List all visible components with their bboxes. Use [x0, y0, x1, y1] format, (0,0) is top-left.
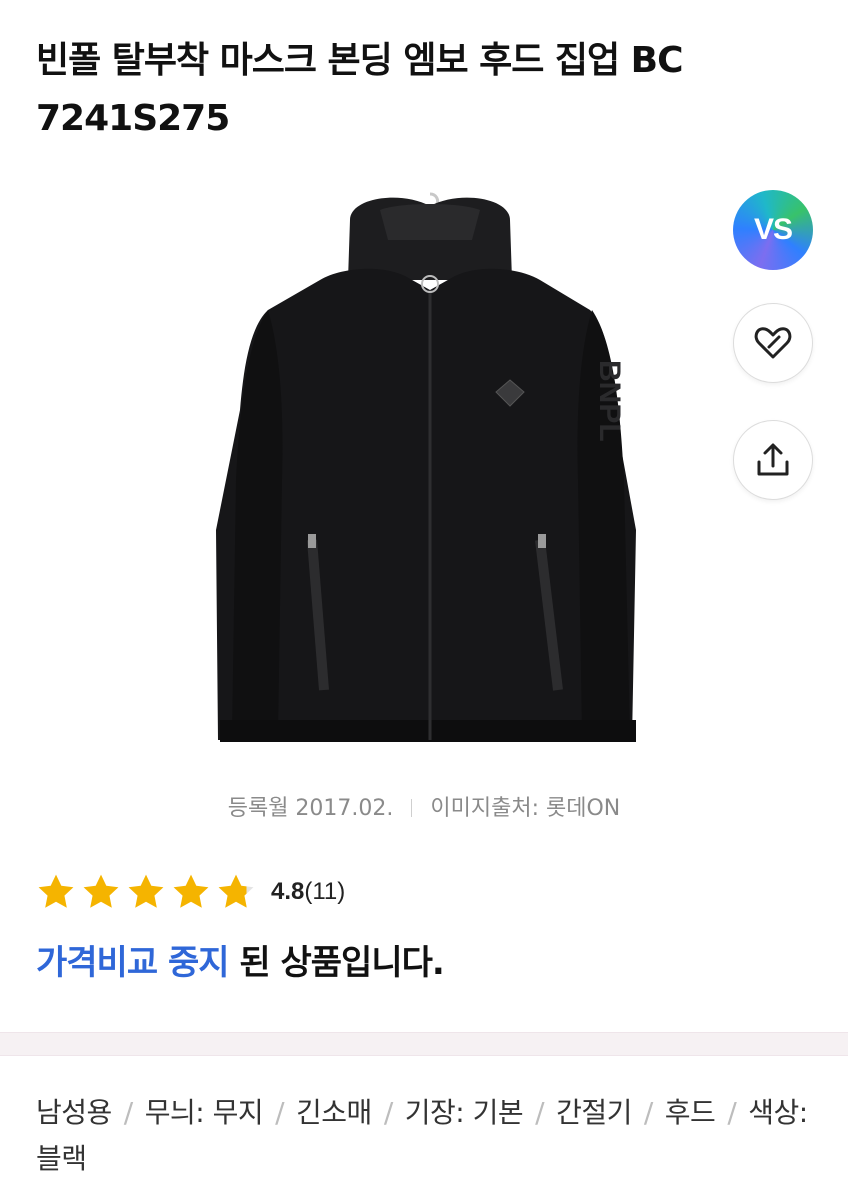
spec-item: 후드	[664, 1096, 716, 1129]
product-title: 빈폴 탈부착 마스크 본딩 엠보 후드 집업 BC 7241S275	[36, 32, 816, 148]
spec-item: 남성용	[36, 1096, 112, 1129]
svg-text:BNPL: BNPL	[593, 360, 626, 442]
spec-separator: /	[123, 1096, 133, 1129]
status-message: 가격비교 중지 된 상품입니다.	[36, 938, 445, 988]
spec-separator: /	[643, 1096, 653, 1129]
registered-date: 등록월 2017.02.	[227, 796, 394, 821]
spec-item: 기장: 기본	[404, 1096, 524, 1129]
spec-separator: /	[275, 1096, 285, 1129]
star-icon	[128, 874, 164, 908]
rating-score: 4.8	[271, 878, 305, 905]
product-meta: 등록월 2017.02. 이미지출처: 롯데ON	[0, 790, 848, 822]
spec-separator: /	[727, 1096, 737, 1129]
share-icon	[757, 443, 789, 476]
spec-separator: /	[383, 1096, 393, 1129]
rating-row[interactable]: 4.8 (11)	[34, 870, 345, 914]
rating-stars	[34, 870, 259, 914]
vs-label: VS	[753, 213, 793, 246]
share-button[interactable]	[733, 420, 813, 500]
meta-divider	[411, 799, 413, 817]
heart-icon	[754, 327, 792, 359]
spec-item: 무늬: 무지	[144, 1096, 264, 1129]
like-button[interactable]	[733, 303, 813, 383]
spec-separator: /	[535, 1096, 545, 1129]
spec-item: 간절기	[556, 1096, 632, 1129]
status-highlight: 가격비교 중지	[36, 943, 230, 983]
product-title-line1: 빈폴 탈부착 마스크 본딩 엠보 후드 집업 BC	[36, 40, 684, 81]
section-divider	[0, 1032, 848, 1056]
rating-count: (11)	[304, 878, 346, 905]
compare-vs-button[interactable]: VS	[733, 190, 813, 270]
star-icon	[173, 874, 209, 908]
product-specs: 남성용 / 무늬: 무지 / 긴소매 / 기장: 기본 / 간절기 / 후드 / 색상: 블랙	[36, 1090, 826, 1182]
star-icon	[83, 874, 119, 908]
image-source: 이미지출처: 롯데ON	[430, 796, 621, 821]
star-icon	[38, 874, 74, 908]
star-icon	[218, 874, 254, 908]
status-rest: 된 상품입니다.	[228, 943, 444, 983]
product-title-line2: 7241S275	[36, 98, 230, 139]
spec-item: 긴소매	[296, 1096, 372, 1129]
product-image[interactable]: BNPL	[200, 180, 660, 760]
